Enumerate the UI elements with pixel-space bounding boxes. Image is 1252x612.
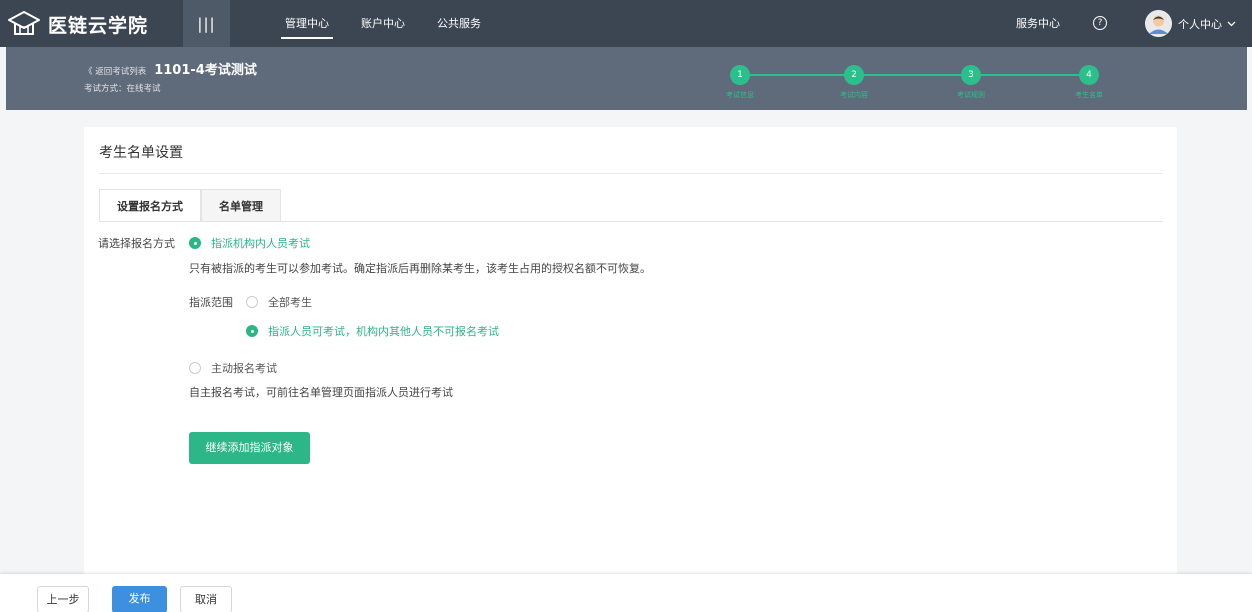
service-center-link[interactable]: 服务中心 xyxy=(1016,0,1060,47)
brand-name: 医链云学院 xyxy=(48,14,149,37)
step-2[interactable]: 2 考试内容 xyxy=(834,65,874,100)
top-navbar: 医链云学院 ||| 管理中心 账户中心 公共服务 服务中心 ? 个人中心 xyxy=(0,0,1252,47)
radio-unchecked-icon xyxy=(246,296,258,308)
radio-checked-icon xyxy=(189,237,201,249)
nav-item-management[interactable]: 管理中心 xyxy=(281,0,333,47)
radio-scope-all[interactable]: 全部考生 xyxy=(246,294,312,310)
exam-header: 《 返回考试列表 1101-4考试测试 考试方式：在线考试 1 考试信息 2 考… xyxy=(6,47,1247,110)
page-title: 考生名单设置 xyxy=(99,145,183,161)
tab-registration-method[interactable]: 设置报名方式 xyxy=(99,189,201,222)
divider xyxy=(99,221,1163,222)
step-label: 考试规则 xyxy=(957,91,985,99)
tab-list-management[interactable]: 名单管理 xyxy=(201,189,281,222)
radio-label: 主动报名考试 xyxy=(211,362,277,375)
user-center-label: 个人中心 xyxy=(1178,17,1222,31)
brand-logo[interactable]: 医链云学院 xyxy=(6,9,148,39)
step-1[interactable]: 1 考试信息 xyxy=(720,65,760,100)
assign-note: 只有被指派的考生可以参加考试。确定指派后再删除某考生，该考生占用的授权名额不可恢… xyxy=(189,262,651,275)
divider xyxy=(99,173,1163,174)
step-label: 考生名单 xyxy=(1075,91,1103,99)
registration-method-label: 请选择报名方式 xyxy=(98,237,175,250)
step-4[interactable]: 4 考生名单 xyxy=(1069,65,1109,100)
exam-title: 1101-4考试测试 xyxy=(154,63,257,78)
tab-bar: 设置报名方式 名单管理 xyxy=(99,189,281,222)
step-label: 考试内容 xyxy=(840,91,868,99)
footer-action-bar: 上一步 发布 取消 xyxy=(0,574,1252,612)
step-connector xyxy=(740,74,1080,76)
user-menu[interactable]: 个人中心 xyxy=(1145,10,1236,37)
user-avatar-icon xyxy=(1145,10,1172,37)
main-nav: 管理中心 账户中心 公共服务 xyxy=(281,0,513,47)
exam-mode: 考试方式：在线考试 xyxy=(84,84,161,94)
avatar xyxy=(1145,10,1172,37)
radio-self-register[interactable]: 主动报名考试 xyxy=(189,360,277,376)
nav-item-public-service[interactable]: 公共服务 xyxy=(437,0,481,47)
step-number: 2 xyxy=(844,65,864,85)
help-icon[interactable]: ? xyxy=(1093,16,1107,30)
self-register-note: 自主报名考试，可前往名单管理页面指派人员进行考试 xyxy=(189,386,453,399)
cancel-button[interactable]: 取消 xyxy=(180,586,232,612)
menu-toggle-button[interactable]: ||| xyxy=(183,0,230,47)
radio-assign-internal[interactable]: 指派机构内人员考试 xyxy=(189,235,310,251)
radio-scope-assigned[interactable]: 指派人员可考试，机构内其他人员不可报名考试 xyxy=(246,323,499,339)
radio-label: 指派人员可考试，机构内其他人员不可报名考试 xyxy=(268,325,499,338)
chevron-down-icon xyxy=(1227,21,1236,27)
assign-scope-label: 指派范围 xyxy=(189,296,233,309)
radio-unchecked-icon xyxy=(189,362,201,374)
radio-label: 全部考生 xyxy=(268,296,312,309)
step-number: 1 xyxy=(730,65,750,85)
step-number: 4 xyxy=(1079,65,1099,85)
step-label: 考试信息 xyxy=(726,91,754,99)
breadcrumb: 《 返回考试列表 1101-4考试测试 xyxy=(84,59,257,78)
previous-step-button[interactable]: 上一步 xyxy=(37,586,89,612)
publish-button[interactable]: 发布 xyxy=(112,586,167,612)
back-to-exam-list-link[interactable]: 《 返回考试列表 xyxy=(84,65,146,77)
step-number: 3 xyxy=(961,65,981,85)
menu-icon: ||| xyxy=(197,14,216,33)
step-progress: 1 考试信息 2 考试内容 3 考试规则 4 考生名单 xyxy=(720,65,1103,105)
candidate-list-card: 考生名单设置 设置报名方式 名单管理 请选择报名方式 指派机构内人员考试 只有被… xyxy=(84,127,1177,582)
radio-label: 指派机构内人员考试 xyxy=(211,237,310,250)
radio-checked-icon xyxy=(246,325,258,337)
graduation-cap-icon xyxy=(8,11,40,35)
add-assignee-button[interactable]: 继续添加指派对象 xyxy=(189,432,310,464)
step-3[interactable]: 3 考试规则 xyxy=(951,65,991,100)
nav-item-account[interactable]: 账户中心 xyxy=(361,0,405,47)
